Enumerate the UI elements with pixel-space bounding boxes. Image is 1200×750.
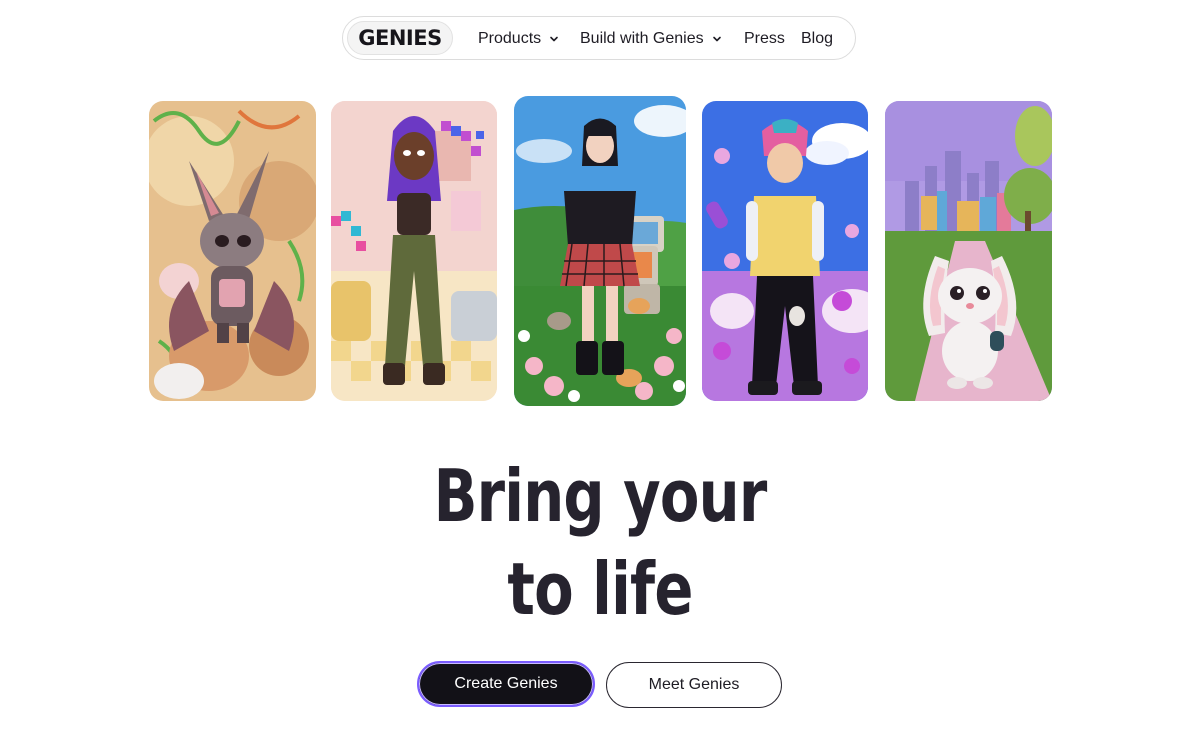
genies-logo[interactable]: GENIES	[347, 21, 453, 55]
chevron-down-icon	[550, 36, 558, 42]
avatar-card-goth-girl[interactable]	[514, 96, 686, 406]
purple-hair-girl-image	[331, 101, 497, 401]
pink-hair-boy-image	[702, 101, 868, 401]
avatar-card-purple-hair-girl[interactable]	[331, 101, 497, 401]
avatar-card-bat-creature[interactable]	[149, 101, 316, 401]
avatar-card-white-bunny[interactable]	[885, 101, 1052, 401]
nav-blog[interactable]: Blog	[801, 17, 833, 61]
bat-creature-image	[149, 101, 316, 401]
create-genies-button[interactable]: Create Genies	[417, 661, 595, 707]
nav-blog-label: Blog	[801, 30, 834, 47]
nav-press-label: Press	[744, 30, 785, 47]
page: GENIES Products Build with Genies Press …	[0, 0, 1200, 750]
nav-products-label: Products	[478, 30, 542, 47]
avatar-card-pink-hair-boy[interactable]	[702, 101, 868, 401]
top-nav: GENIES Products Build with Genies Press …	[342, 16, 856, 60]
nav-build-with-genies[interactable]: Build with Genies	[580, 17, 724, 61]
nav-press[interactable]: Press	[744, 17, 785, 61]
goth-girl-image	[514, 96, 686, 406]
nav-build-label: Build with Genies	[580, 30, 704, 47]
meet-genies-button[interactable]: Meet Genies	[606, 662, 782, 708]
hero-headline-line-2: to life	[507, 547, 693, 631]
white-bunny-image	[885, 101, 1052, 401]
hero-headline-line-1: Bring your	[433, 454, 768, 538]
nav-products[interactable]: Products	[478, 17, 561, 61]
chevron-down-icon	[712, 36, 721, 42]
